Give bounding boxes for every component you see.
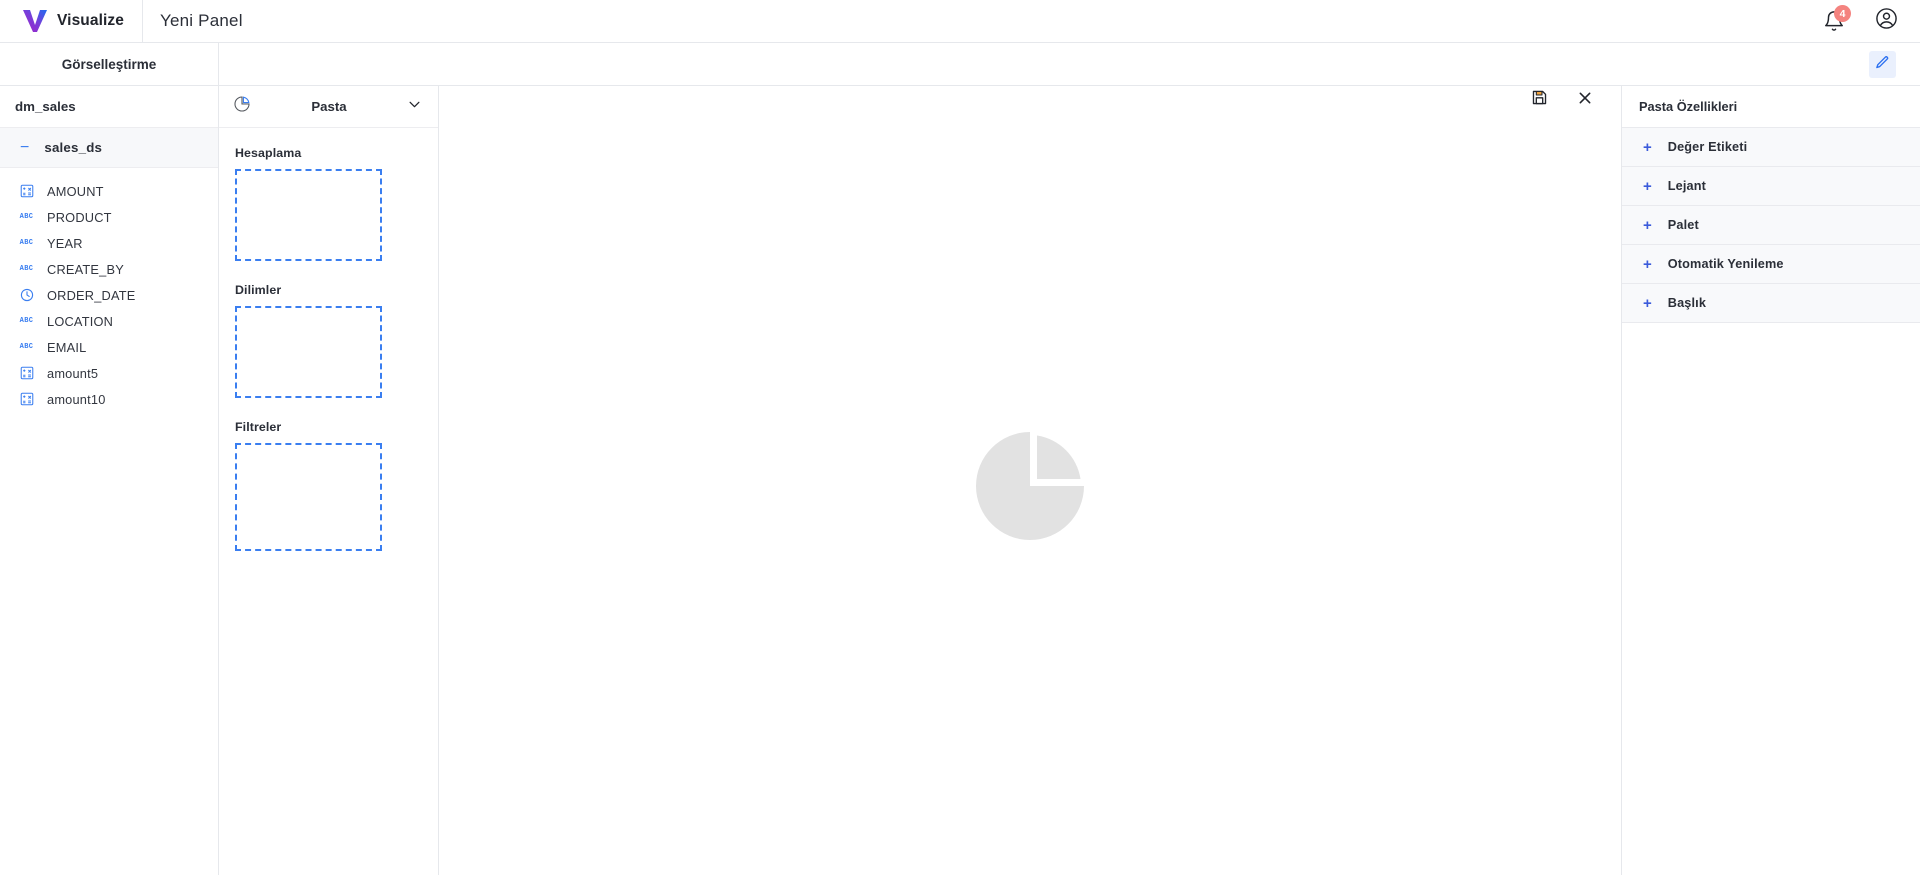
visualize-v-logo-icon	[22, 9, 48, 33]
field-item[interactable]: ORDER_DATE	[0, 282, 218, 308]
tab-visualization-label: Görselleştirme	[61, 56, 157, 72]
pie-chart-placeholder	[970, 426, 1090, 546]
dataset-row[interactable]: − sales_ds	[0, 128, 218, 168]
field-item[interactable]: ABC EMAIL	[0, 334, 218, 360]
page-title: Yeni Panel	[160, 11, 243, 30]
shelf-zone-slices: Dilimler	[235, 283, 438, 398]
properties-title: Pasta Özellikleri	[1622, 86, 1920, 128]
minus-collapse-icon[interactable]: −	[20, 139, 29, 156]
secondary-bar: Görselleştirme	[0, 43, 1920, 86]
brand-logo-area[interactable]: Visualize	[0, 0, 143, 43]
field-item[interactable]: AMOUNT	[0, 178, 218, 204]
shelf-zone-label: Hesaplama	[235, 146, 302, 160]
plus-expand-icon: +	[1643, 177, 1652, 195]
datasource-name: dm_sales	[0, 86, 218, 128]
field-item[interactable]: ABC CREATE_BY	[0, 256, 218, 282]
property-section-palette[interactable]: + Palet	[1622, 206, 1920, 245]
shelf-zones: Hesaplama Dilimler Filtreler	[219, 128, 438, 551]
topbar-actions: 4	[1823, 5, 1920, 35]
field-label: amount5	[47, 365, 99, 381]
fields-panel: dm_sales − sales_ds AMOUNT ABC PRODUCT A…	[0, 86, 219, 875]
close-x-icon	[1577, 90, 1593, 111]
app-root: Visualize Yeni Panel 4 Görselleştirme dm…	[0, 0, 1920, 875]
canvas-toolbar	[1529, 90, 1595, 110]
shelf-zone-label: Dilimler	[235, 283, 282, 297]
shelf-panel: Pasta Hesaplama Dilimler Filtreler	[219, 86, 439, 875]
top-bar: Visualize Yeni Panel 4	[0, 0, 1920, 43]
plus-expand-icon: +	[1643, 216, 1652, 234]
chart-canvas	[439, 86, 1622, 875]
close-button[interactable]	[1575, 90, 1595, 110]
dropzone-slices[interactable]	[235, 306, 382, 398]
notification-badge: 4	[1834, 5, 1851, 22]
field-item[interactable]: ABC LOCATION	[0, 308, 218, 334]
field-label: LOCATION	[47, 313, 114, 329]
abc-field-icon: ABC	[19, 213, 34, 221]
brand-name: Visualize	[57, 12, 124, 29]
dropzone-calculation[interactable]	[235, 169, 382, 261]
plus-expand-icon: +	[1643, 294, 1652, 312]
property-label: Lejant	[1667, 179, 1707, 193]
save-button[interactable]	[1529, 90, 1549, 110]
tab-visualization[interactable]: Görselleştirme	[0, 43, 219, 85]
field-item[interactable]: ABC YEAR	[0, 230, 218, 256]
abc-field-icon: ABC	[19, 265, 34, 273]
field-item[interactable]: ABC PRODUCT	[0, 204, 218, 230]
pie-chart-icon	[233, 95, 251, 118]
abc-field-icon: ABC	[19, 343, 34, 351]
chart-type-label: Pasta	[311, 99, 347, 114]
dataset-name: sales_ds	[44, 140, 103, 155]
property-section-auto-refresh[interactable]: + Otomatik Yenileme	[1622, 245, 1920, 284]
field-item[interactable]: amount10	[0, 386, 218, 412]
field-label: ORDER_DATE	[47, 287, 136, 303]
account-button[interactable]	[1875, 7, 1898, 35]
pencil-edit-icon	[1875, 55, 1890, 75]
edit-button[interactable]	[1869, 51, 1896, 78]
shelf-zone-label: Filtreler	[235, 420, 282, 434]
dropzone-filters[interactable]	[235, 443, 382, 551]
account-circle-icon	[1875, 8, 1898, 34]
field-label: CREATE_BY	[47, 261, 124, 277]
properties-panel: Pasta Özellikleri + Değer Etiketi + Leja…	[1622, 86, 1920, 875]
clock-field-icon	[19, 288, 34, 303]
property-label: Değer Etiketi	[1667, 140, 1748, 154]
field-list: AMOUNT ABC PRODUCT ABC YEAR ABC CREATE_B…	[0, 168, 218, 412]
field-label: YEAR	[47, 235, 83, 251]
plus-expand-icon: +	[1643, 255, 1652, 273]
plus-expand-icon: +	[1643, 138, 1652, 156]
field-item[interactable]: amount5	[0, 360, 218, 386]
number-field-icon	[19, 366, 34, 381]
chevron-down-icon[interactable]	[407, 97, 422, 117]
notifications-button[interactable]: 4	[1823, 5, 1851, 32]
field-label: AMOUNT	[47, 183, 104, 199]
property-label: Otomatik Yenileme	[1667, 257, 1784, 271]
field-label: EMAIL	[47, 339, 87, 355]
number-field-icon	[19, 184, 34, 199]
property-label: Başlık	[1667, 296, 1707, 310]
save-floppy-icon	[1531, 89, 1548, 111]
abc-field-icon: ABC	[19, 239, 34, 247]
abc-field-icon: ABC	[19, 317, 34, 325]
field-label: PRODUCT	[47, 209, 112, 225]
property-section-value-label[interactable]: + Değer Etiketi	[1622, 128, 1920, 167]
shelf-zone-filters: Filtreler	[235, 420, 438, 551]
property-label: Palet	[1667, 218, 1699, 232]
chart-type-selector[interactable]: Pasta	[219, 86, 438, 128]
number-field-icon	[19, 392, 34, 407]
field-label: amount10	[47, 391, 106, 407]
property-section-title[interactable]: + Başlık	[1622, 284, 1920, 323]
property-section-legend[interactable]: + Lejant	[1622, 167, 1920, 206]
shelf-zone-calculation: Hesaplama	[235, 146, 438, 261]
